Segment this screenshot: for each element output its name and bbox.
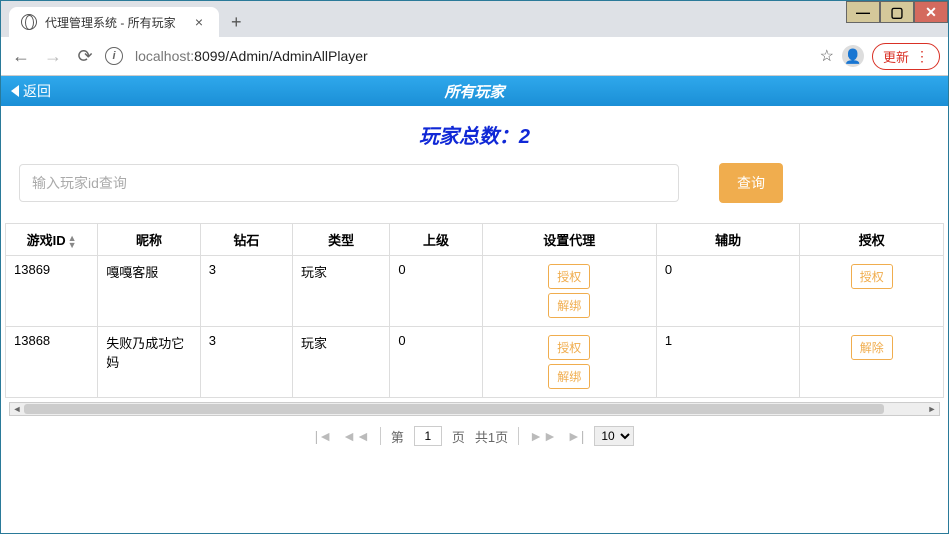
back-link[interactable]: 返回 (11, 81, 51, 101)
cell-diamond: 3 (200, 327, 292, 398)
cell-agent-actions: 授权解绑 (482, 327, 656, 398)
cell-superior: 0 (390, 327, 482, 398)
agent-action-button[interactable]: 授权 (548, 264, 590, 289)
tab-title: 代理管理系统 - 所有玩家 (45, 14, 191, 31)
cell-auth-actions: 授权 (800, 256, 944, 327)
site-info-icon[interactable]: i (105, 47, 123, 65)
page-title: 所有玩家 (444, 81, 504, 102)
arrow-left-icon (11, 85, 19, 97)
column-authorize[interactable]: 授权 (800, 224, 944, 256)
close-icon[interactable]: × (191, 14, 207, 30)
new-tab-button[interactable]: + (219, 12, 254, 33)
sort-icon: ▲▼ (68, 235, 77, 249)
scroll-thumb[interactable] (24, 404, 884, 414)
scroll-right-icon[interactable]: ► (925, 403, 939, 415)
agent-action-button[interactable]: 解绑 (548, 364, 590, 389)
cell-game-id: 13868 (6, 327, 98, 398)
page-size-select[interactable]: 10 (594, 426, 634, 446)
scroll-left-icon[interactable]: ◄ (10, 403, 24, 415)
window-minimize-button[interactable]: — (846, 1, 880, 23)
update-label: 更新 (883, 47, 909, 66)
cell-agent-actions: 授权解绑 (482, 256, 656, 327)
column-type[interactable]: 类型 (293, 224, 390, 256)
page-first-button[interactable]: |◄ (315, 428, 333, 444)
menu-dots-icon: ⋮ (915, 49, 929, 63)
globe-icon (21, 14, 37, 30)
reload-button[interactable]: ⟳ (73, 44, 97, 68)
browser-tabs: 代理管理系统 - 所有玩家 × + (1, 1, 948, 37)
page-suffix: 页 (452, 427, 465, 446)
cell-assist: 0 (656, 256, 800, 327)
cell-game-id: 13869 (6, 256, 98, 327)
cell-superior: 0 (390, 256, 482, 327)
horizontal-scrollbar[interactable]: ◄ ► (9, 402, 940, 416)
url-path: 8099/Admin/AdminAllPlayer (194, 48, 368, 64)
column-nickname[interactable]: 昵称 (98, 224, 201, 256)
back-label: 返回 (23, 81, 51, 101)
address-bar[interactable]: localhost:8099/Admin/AdminAllPlayer (131, 44, 812, 68)
column-set-agent[interactable]: 设置代理 (482, 224, 656, 256)
query-button[interactable]: 查询 (719, 163, 783, 203)
pagination: |◄ ◄◄ 第 页 共1页 ►► ►| 10 (5, 416, 944, 456)
search-input[interactable] (19, 164, 679, 202)
table-row: 13868失败乃成功它妈3玩家0授权解绑1解除 (6, 327, 944, 398)
agent-action-button[interactable]: 授权 (548, 335, 590, 360)
window-maximize-button[interactable]: ▢ (880, 1, 914, 23)
bookmark-star-icon[interactable]: ☆ (820, 46, 834, 66)
update-button[interactable]: 更新 ⋮ (872, 43, 940, 70)
cell-nickname: 失败乃成功它妈 (98, 327, 201, 398)
player-total-label: 玩家总数：2 (1, 106, 948, 163)
page-last-button[interactable]: ►| (567, 428, 585, 444)
cell-nickname: 嘎嘎客服 (98, 256, 201, 327)
agent-action-button[interactable]: 解绑 (548, 293, 590, 318)
column-superior[interactable]: 上级 (390, 224, 482, 256)
cell-diamond: 3 (200, 256, 292, 327)
page-prefix: 第 (391, 427, 404, 446)
cell-auth-actions: 解除 (800, 327, 944, 398)
url-host: localhost: (135, 48, 194, 64)
table-row: 13869嘎嘎客服3玩家0授权解绑0授权 (6, 256, 944, 327)
cell-type: 玩家 (293, 327, 390, 398)
cell-type: 玩家 (293, 256, 390, 327)
page-total: 共1页 (475, 427, 508, 446)
window-close-button[interactable]: ✕ (914, 1, 948, 23)
cell-assist: 1 (656, 327, 800, 398)
auth-action-button[interactable]: 授权 (851, 264, 893, 289)
column-diamond[interactable]: 钻石 (200, 224, 292, 256)
page-number-input[interactable] (414, 426, 442, 446)
auth-action-button[interactable]: 解除 (851, 335, 893, 360)
column-assist[interactable]: 辅助 (656, 224, 800, 256)
browser-tab-active[interactable]: 代理管理系统 - 所有玩家 × (9, 7, 219, 37)
page-header: 返回 所有玩家 (1, 76, 948, 106)
forward-button[interactable]: → (41, 44, 65, 68)
page-next-button[interactable]: ►► (529, 428, 557, 444)
profile-avatar-icon[interactable]: 👤 (842, 45, 864, 67)
page-prev-button[interactable]: ◄◄ (342, 428, 370, 444)
players-table: 游戏ID▲▼ 昵称 钻石 类型 上级 设置代理 辅助 授权 13869嘎嘎客服3… (5, 223, 944, 398)
column-game-id[interactable]: 游戏ID▲▼ (6, 224, 98, 256)
back-button[interactable]: ← (9, 44, 33, 68)
